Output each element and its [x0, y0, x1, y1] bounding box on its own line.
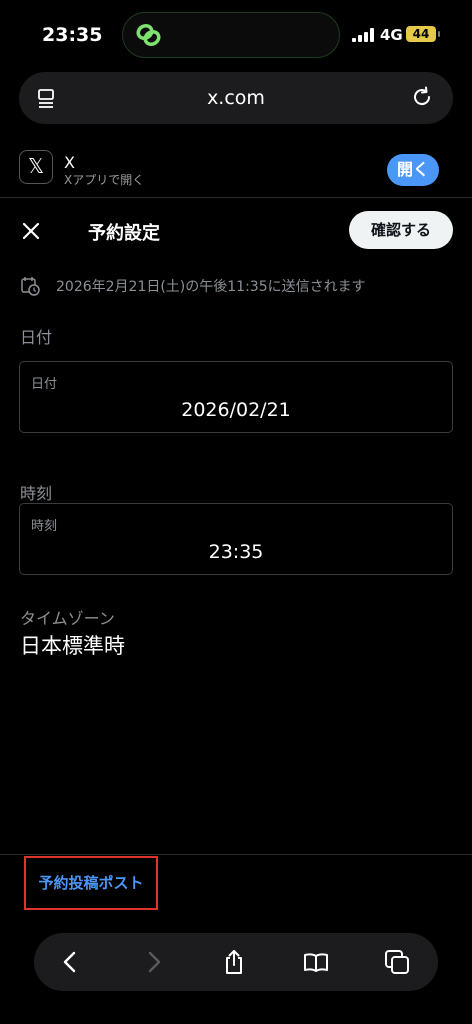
divider: [0, 197, 472, 198]
reload-icon[interactable]: [411, 86, 433, 108]
forward-icon[interactable]: [140, 949, 166, 975]
timezone-value: 日本標準時: [20, 634, 125, 658]
date-section-label: 日付: [20, 328, 53, 347]
battery-indicator: 44: [406, 26, 440, 42]
confirm-button[interactable]: 確認する: [349, 211, 453, 249]
open-app-button[interactable]: 開く: [387, 154, 439, 186]
time-field-label: 時刻: [31, 519, 58, 534]
address-bar[interactable]: x.com: [19, 72, 453, 124]
signal-icon: [352, 28, 374, 42]
schedule-summary: 2026年2月21日(土)の午後11:35に送信されます: [56, 279, 366, 295]
time-section-label: 時刻: [20, 484, 53, 503]
browser-toolbar: [34, 933, 438, 991]
time-field[interactable]: 時刻 23:35: [19, 503, 453, 575]
status-time: 23:35: [42, 24, 103, 46]
scheduled-posts-link[interactable]: 予約投稿ポスト: [24, 856, 158, 910]
divider: [0, 854, 472, 855]
url-text: x.com: [207, 87, 265, 109]
page-title: 予約設定: [88, 223, 160, 244]
timezone-label: タイムゾーン: [20, 609, 115, 628]
link-icon: [136, 23, 161, 47]
network-type: 4G: [380, 26, 403, 44]
time-value: 23:35: [208, 541, 264, 563]
bookmarks-icon[interactable]: [303, 949, 329, 975]
date-value: 2026/02/21: [181, 399, 291, 421]
close-icon[interactable]: [20, 220, 42, 242]
date-field-label: 日付: [31, 377, 58, 392]
tabs-icon[interactable]: [384, 949, 410, 975]
x-logo-icon[interactable]: 𝕏: [19, 150, 53, 184]
app-name: X: [64, 153, 75, 172]
share-icon[interactable]: [221, 949, 247, 975]
back-icon[interactable]: [58, 949, 84, 975]
dynamic-island: [122, 12, 340, 58]
app-subtitle: Xアプリで開く: [64, 173, 145, 187]
calendar-clock-icon: [21, 277, 40, 296]
date-field[interactable]: 日付 2026/02/21: [19, 361, 453, 433]
